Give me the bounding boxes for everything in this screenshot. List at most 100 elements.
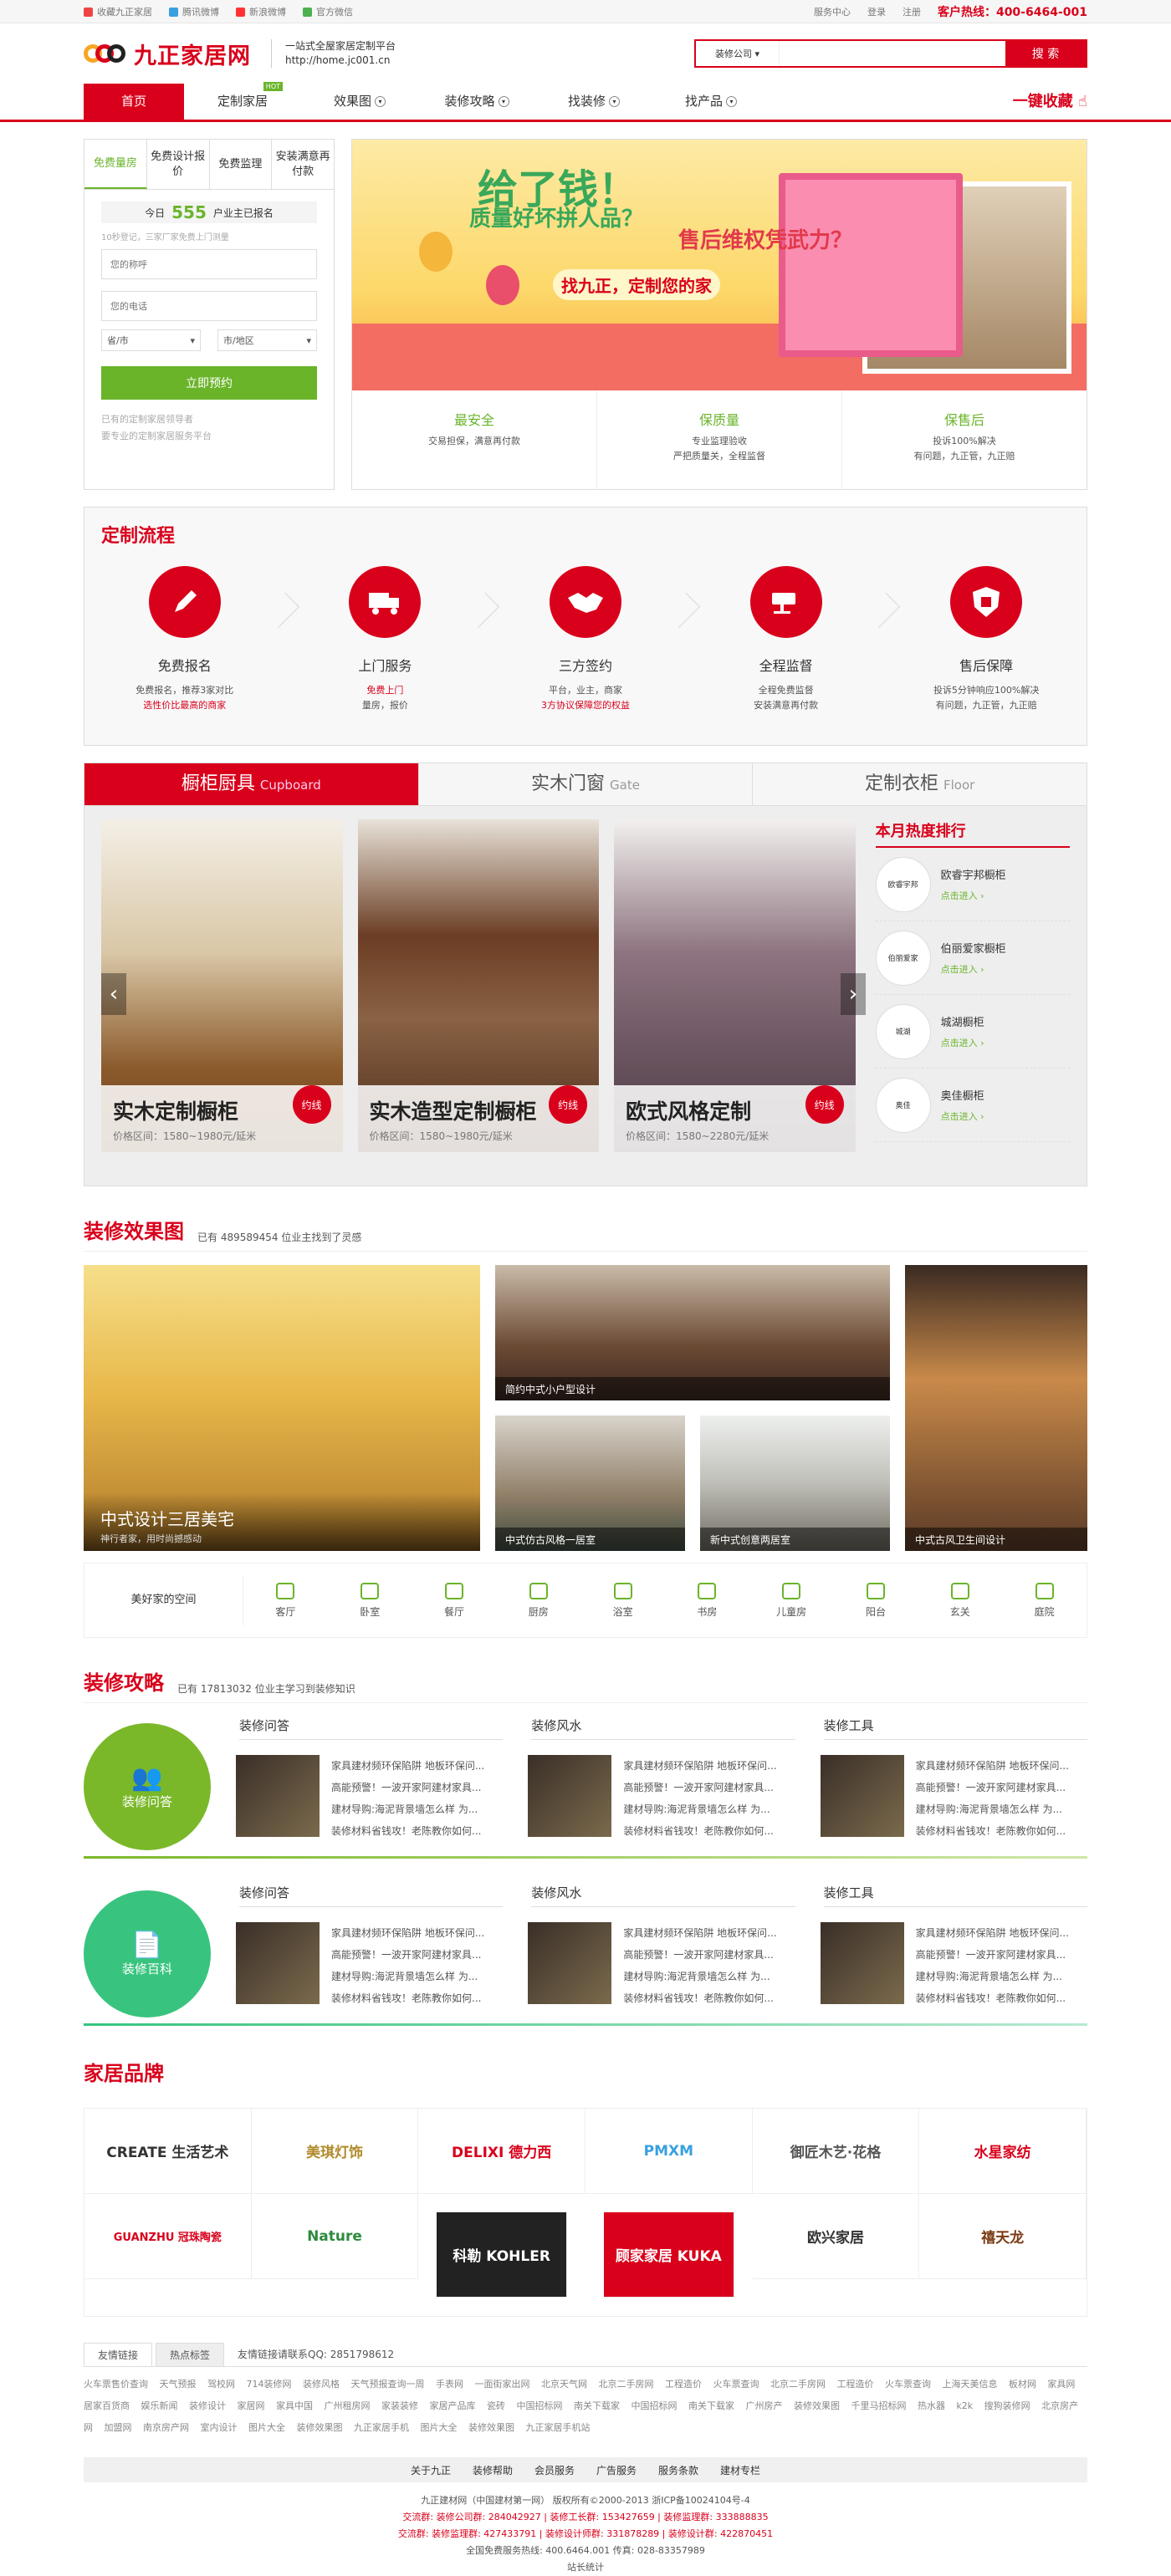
logo[interactable]: 九正家居网	[84, 38, 251, 70]
register-link[interactable]: 注册	[903, 5, 921, 18]
service-center-link[interactable]: 服务中心	[814, 5, 851, 18]
article-link[interactable]: 家具建材频环保陷阱 地板环保问...	[331, 1755, 484, 1777]
qa-circle[interactable]: 👥 装修问答	[84, 1723, 211, 1850]
tab-cupboard[interactable]: 橱柜厨具 Cupboard	[84, 763, 419, 805]
article-link[interactable]: 建材导购:海泥背景墙怎么样 为...	[916, 1798, 1069, 1820]
room-dining[interactable]: 餐厅	[412, 1582, 497, 1619]
room-bedroom[interactable]: 卧室	[328, 1582, 412, 1619]
banner-image[interactable]: 给了钱！ 质量好坏拼人品？ 售后维权凭武力？ 找九正，定制您的家	[352, 140, 1087, 390]
tab-floor[interactable]: 定制衣柜 Floor	[753, 763, 1087, 805]
tab-gate[interactable]: 实木门窗 Gate	[419, 763, 754, 805]
rank-item[interactable]: 奥佳 奥佳橱柜 点击进入 ›	[875, 1069, 1071, 1142]
article-link[interactable]: 高能预警！一波开家阿建材家具...	[916, 1944, 1069, 1966]
brand-logo[interactable]: GUANZHU 冠珠陶瓷	[84, 2194, 252, 2279]
tab-free-supervision[interactable]: 免费监理	[210, 140, 273, 189]
rank-link[interactable]: 点击进入 ›	[941, 1036, 984, 1049]
brand-logo[interactable]: CREATE 生活艺术	[84, 2109, 252, 2194]
nav-find-product[interactable]: 找产品 ▾	[652, 84, 770, 120]
brand-logo[interactable]: 禧天龙	[919, 2194, 1087, 2279]
footer-link-terms[interactable]: 服务条款	[658, 2463, 698, 2477]
rank-item[interactable]: 城湖 城湖橱柜 点击进入 ›	[875, 995, 1071, 1069]
article-link[interactable]: 装修材料省钱攻！老陈教你如何...	[623, 1820, 776, 1842]
rank-item[interactable]: 伯丽爱家 伯丽爱家橱柜 点击进入 ›	[875, 921, 1071, 995]
nav-home[interactable]: 首页	[84, 84, 184, 120]
rank-link[interactable]: 点击进入 ›	[941, 962, 1006, 976]
article-link[interactable]: 高能预警！一波开家阿建材家具...	[331, 1777, 484, 1798]
book-line-button[interactable]: 约线	[549, 1085, 588, 1124]
next-arrow-icon[interactable]: ›	[841, 973, 866, 1015]
province-select[interactable]: 省/市 ▾	[101, 329, 201, 351]
product-card[interactable]: 实木造型定制橱柜 价格区间：1580~1980元/延米 约线	[357, 819, 600, 1152]
book-line-button[interactable]: 约线	[292, 1085, 331, 1124]
favorite-link[interactable]: 收藏九正家居	[84, 5, 152, 18]
sina-weibo-link[interactable]: 新浪微博	[236, 5, 286, 18]
nav-custom-home[interactable]: 定制家居 HOT	[184, 82, 301, 120]
search-button[interactable]: 搜 索	[1005, 41, 1086, 66]
tab-pay-after[interactable]: 安装满意再付款	[272, 140, 334, 189]
room-kids[interactable]: 儿童房	[749, 1582, 834, 1619]
name-input[interactable]	[101, 249, 317, 279]
brand-logo[interactable]: PMXM	[586, 2109, 753, 2194]
friend-links[interactable]: 火车票售价查询 天气预报 驾校网 714装修网 装修风格 天气预报查询一周 手表…	[84, 2367, 1087, 2446]
article-link[interactable]: 家具建材频环保陷阱 地板环保问...	[331, 1922, 484, 1944]
article-link[interactable]: 高能预警！一波开家阿建材家具...	[916, 1777, 1069, 1798]
room-living[interactable]: 客厅	[243, 1582, 328, 1619]
brand-logo[interactable]: 科勒 KOHLER	[437, 2212, 567, 2298]
tab-free-measure[interactable]: 免费量房	[84, 140, 147, 189]
gallery-item[interactable]: 中式仿古风格一居室	[495, 1416, 685, 1551]
wechat-link[interactable]: 官方微信	[303, 5, 353, 18]
article-link[interactable]: 高能预警！一波开家阿建材家具...	[331, 1944, 484, 1966]
article-link[interactable]: 装修材料省钱攻！老陈教你如何...	[916, 1987, 1069, 2009]
article-link[interactable]: 建材导购:海泥背景墙怎么样 为...	[331, 1798, 484, 1820]
rank-link[interactable]: 点击进入 ›	[941, 889, 1006, 902]
login-link[interactable]: 登录	[867, 5, 886, 18]
copyright-line[interactable]: 站长统计	[84, 2559, 1087, 2576]
gallery-item[interactable]: 新中式创意两居室	[700, 1416, 890, 1551]
search-category-select[interactable]: 装修公司 ▾	[696, 41, 780, 66]
tab-free-design[interactable]: 免费设计报价	[147, 140, 210, 189]
book-now-button[interactable]: 立即预约	[101, 366, 317, 400]
tencent-text[interactable]: 腾讯微博	[182, 5, 219, 18]
article-link[interactable]: 高能预警！一波开家阿建材家具...	[623, 1777, 776, 1798]
article-link[interactable]: 家具建材频环保陷阱 地板环保问...	[623, 1755, 776, 1777]
article-link[interactable]: 装修材料省钱攻！老陈教你如何...	[623, 1987, 776, 2009]
tencent-weibo-link[interactable]: 腾讯微博	[169, 5, 219, 18]
gallery-item[interactable]: 中式古风卫生间设计	[905, 1265, 1087, 1551]
collect-button[interactable]: 一键收藏 ☝	[1013, 84, 1087, 120]
article-link[interactable]: 建材导购:海泥背景墙怎么样 为...	[623, 1798, 776, 1820]
footer-link-help[interactable]: 装修帮助	[473, 2463, 513, 2477]
article-link[interactable]: 家具建材频环保陷阱 地板环保问...	[623, 1922, 776, 1944]
article-link[interactable]: 高能预警！一波开家阿建材家具...	[623, 1944, 776, 1966]
footer-link-ads[interactable]: 广告服务	[596, 2463, 637, 2477]
article-thumb[interactable]	[820, 1922, 904, 2004]
hero-banner[interactable]: 给了钱！ 质量好坏拼人品？ 售后维权凭武力？ 找九正，定制您的家 最安全 交易担保…	[351, 139, 1087, 490]
room-yard[interactable]: 庭院	[1002, 1582, 1087, 1619]
article-link[interactable]: 建材导购:海泥背景墙怎么样 为...	[623, 1966, 776, 1987]
product-card[interactable]: 欧式风格定制 价格区间：1580~2280元/延米 约线	[614, 819, 856, 1152]
nav-find-decoration[interactable]: 找装修 ▾	[535, 84, 652, 120]
gallery-item[interactable]: 简约中式小户型设计	[495, 1265, 890, 1400]
brand-logo[interactable]: 欧兴家居	[752, 2194, 920, 2279]
footer-link-member[interactable]: 会员服务	[534, 2463, 575, 2477]
search-input[interactable]	[780, 41, 1005, 66]
nav-effects[interactable]: 效果图 ▾	[301, 84, 418, 120]
room-bath[interactable]: 浴室	[580, 1582, 665, 1619]
room-kitchen[interactable]: 厨房	[496, 1582, 580, 1619]
rank-item[interactable]: 欧睿宇邦 欧睿宇邦橱柜 点击进入 ›	[875, 848, 1071, 921]
room-study[interactable]: 书房	[665, 1582, 749, 1619]
rank-link[interactable]: 点击进入 ›	[941, 1109, 984, 1123]
article-thumb[interactable]	[528, 1922, 612, 2004]
prev-arrow-icon[interactable]: ‹	[101, 973, 126, 1015]
gallery-item[interactable]: 中式设计三居美宅 神行者家，用时尚撼感动	[84, 1265, 480, 1551]
brand-logo[interactable]: 御匠木艺·花格	[752, 2109, 920, 2194]
footer-link-about[interactable]: 关于九正	[411, 2463, 451, 2477]
brand-logo[interactable]: 顾家家居 KUKA	[604, 2212, 734, 2298]
wechat-text[interactable]: 官方微信	[316, 5, 353, 18]
nav-strategy[interactable]: 装修攻略 ▾	[418, 84, 535, 120]
article-link[interactable]: 建材导购:海泥背景墙怎么样 为...	[331, 1966, 484, 1987]
article-link[interactable]: 装修材料省钱攻！老陈教你如何...	[331, 1820, 484, 1842]
article-thumb[interactable]	[236, 1755, 320, 1837]
article-thumb[interactable]	[528, 1755, 612, 1837]
article-link[interactable]: 建材导购:海泥背景墙怎么样 为...	[916, 1966, 1069, 1987]
article-link[interactable]: 家具建材频环保陷阱 地板环保问...	[916, 1922, 1069, 1944]
